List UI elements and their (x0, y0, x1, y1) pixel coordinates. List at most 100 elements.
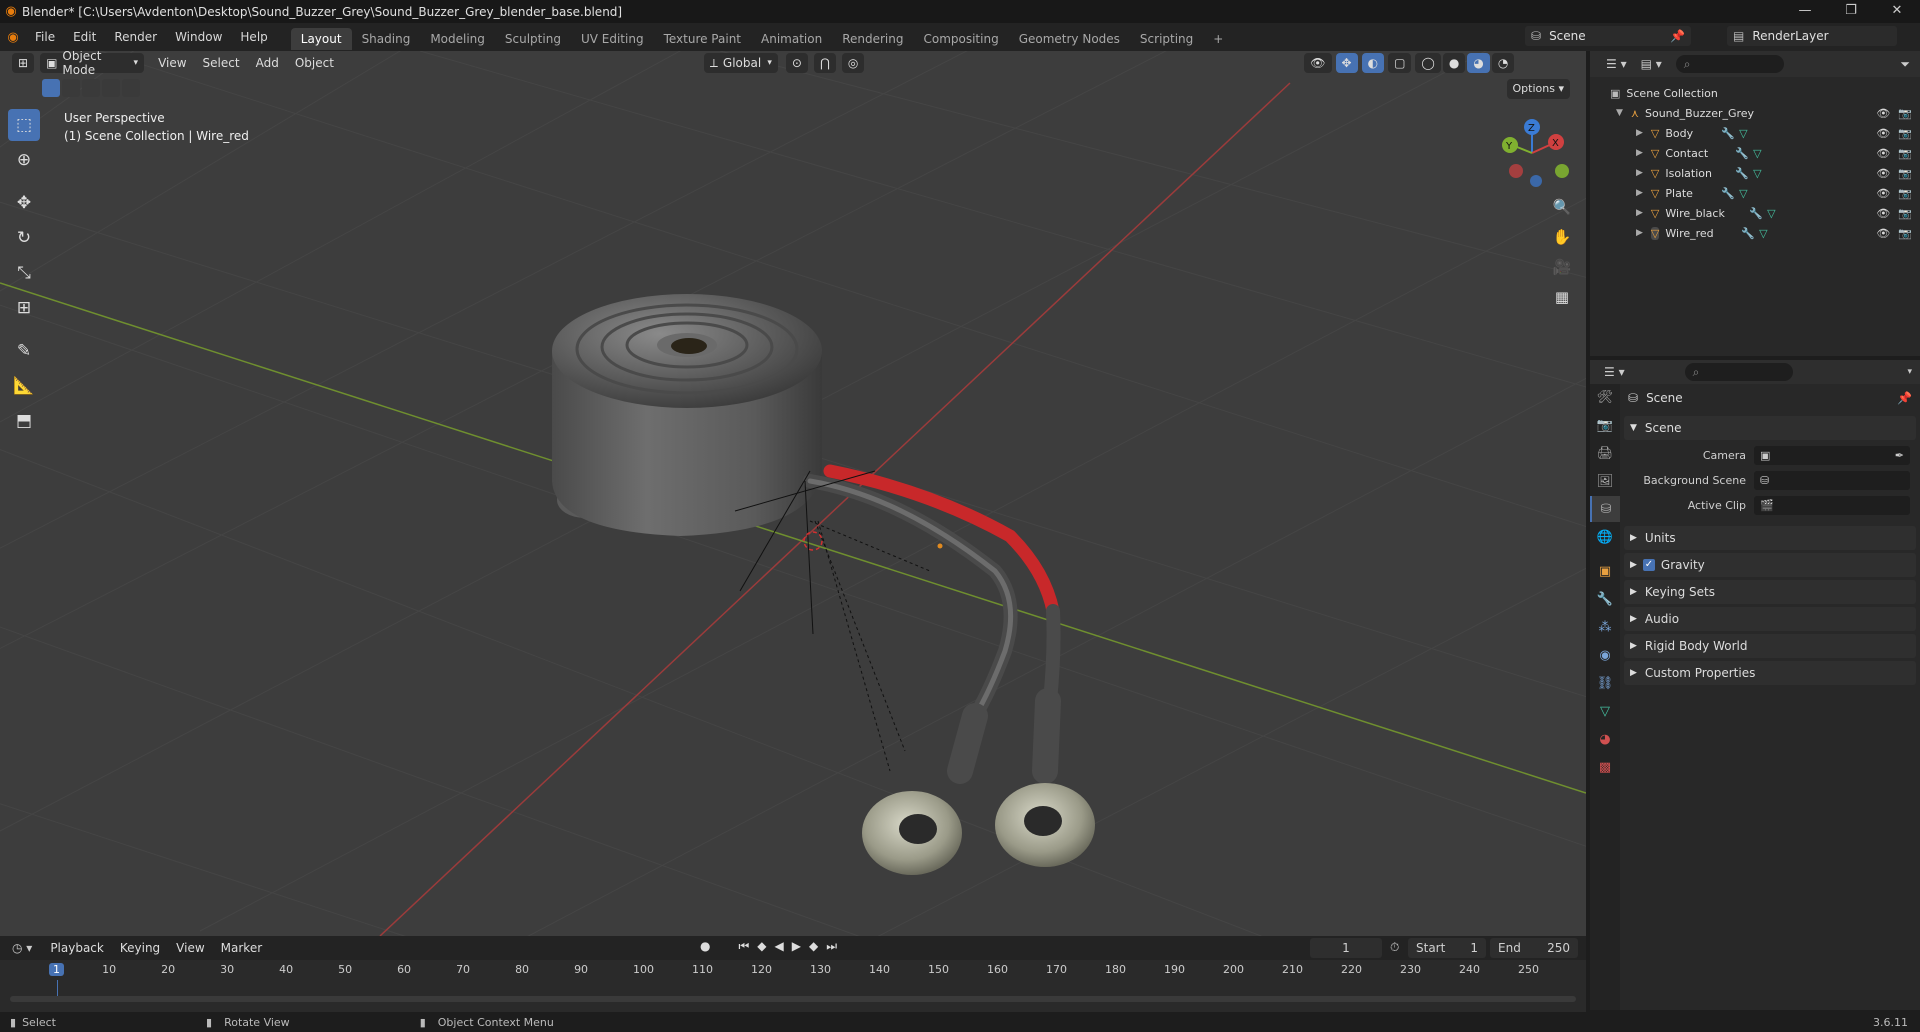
pan-hand-icon[interactable]: ✋ (1548, 223, 1576, 251)
menu-object[interactable]: Object (287, 56, 342, 70)
expand-arrow-icon[interactable]: ▶ (1636, 188, 1643, 198)
panel-scene-header[interactable]: ▼ Scene (1624, 416, 1916, 440)
texture-tab-icon[interactable]: ▩ (1590, 754, 1620, 780)
tab-uv-editing[interactable]: UV Editing (571, 28, 654, 50)
xray-toggle-button[interactable]: ▢ (1388, 53, 1412, 73)
world-tab-icon[interactable]: 🌐 (1590, 524, 1620, 550)
constraints-tab-icon[interactable]: ⛓ (1590, 670, 1620, 696)
maximize-button[interactable]: ❐ (1828, 0, 1874, 23)
filter-icon[interactable]: ⏷ (1900, 57, 1910, 72)
prev-keyframe-icon[interactable]: ◆ (757, 939, 766, 954)
mode-selector[interactable]: ▣ Object Mode ▾ (40, 51, 145, 77)
overlay-toggle-button[interactable]: ◐ (1361, 53, 1385, 73)
wireframe-shading-button[interactable]: ◯ (1415, 53, 1441, 73)
outliner-search-input[interactable]: ⌕ (1675, 55, 1784, 73)
tab-animation[interactable]: Animation (751, 28, 832, 50)
eye-icon[interactable]: 👁 (1876, 147, 1890, 160)
menu-help[interactable]: Help (231, 23, 276, 51)
menu-render[interactable]: Render (105, 23, 166, 51)
panel-rigid-body-world-header[interactable]: ▶ Rigid Body World (1624, 634, 1916, 658)
timeline-ruler[interactable]: 1 10 20 30 40 50 60 70 80 90 100 110 120 130 140 150 160… (0, 960, 1586, 1012)
tab-layout[interactable]: Layout (290, 27, 352, 50)
3d-cursor[interactable] (803, 531, 823, 551)
navigation-gizmo[interactable]: Z X Y (1492, 115, 1572, 195)
tab-scripting[interactable]: Scripting (1130, 28, 1203, 50)
jump-end-icon[interactable]: ⏭ (826, 939, 837, 954)
expand-arrow-icon[interactable]: ▼ (1616, 108, 1623, 118)
tab-shading[interactable]: Shading (352, 28, 421, 50)
scene-tab-icon[interactable]: ⛁ (1590, 496, 1620, 522)
current-frame-field[interactable]: 1 (1310, 938, 1382, 958)
camera-icon[interactable]: 📷 (1898, 167, 1912, 180)
menu-file[interactable]: File (26, 23, 64, 51)
buzzer-body[interactable] (552, 294, 822, 536)
visibility-button[interactable]: 👁 (1304, 53, 1332, 73)
data-tab-icon[interactable]: ▽ (1590, 698, 1620, 724)
display-mode-icon[interactable]: ▤ ▾ (1641, 57, 1662, 71)
gizmo-toggle-button[interactable]: ✥ (1335, 53, 1358, 73)
camera-icon[interactable]: 📷 (1898, 227, 1912, 240)
timeline-scrollbar[interactable] (10, 996, 1576, 1002)
timeline-editor-icon[interactable]: ◷ ▾ (12, 941, 32, 955)
play-icon[interactable]: ▶ (792, 939, 801, 954)
chevron-down-icon[interactable]: ▾ (1907, 367, 1912, 377)
camera-icon[interactable]: 📷 (1898, 107, 1912, 120)
viewport-scene[interactable] (0, 51, 1586, 936)
select-subtract-icon[interactable] (82, 79, 100, 97)
wire-red[interactable] (823, 464, 1061, 784)
minimize-button[interactable]: — (1782, 0, 1828, 23)
physics-tab-icon[interactable]: ◉ (1590, 642, 1620, 668)
eye-icon[interactable]: 👁 (1876, 127, 1890, 140)
pin-icon[interactable]: 📌 (1670, 29, 1685, 43)
panel-custom-properties-header[interactable]: ▶ Custom Properties (1624, 661, 1916, 685)
close-button[interactable]: ✕ (1874, 0, 1920, 23)
scale-tool-icon[interactable]: ⤡ (8, 257, 40, 289)
scene-collection-row[interactable]: ▣ Scene Collection (1590, 83, 1920, 103)
eye-icon[interactable]: 👁 (1876, 107, 1890, 120)
options-button[interactable]: Options ▾ (1506, 79, 1570, 99)
pin-icon[interactable]: 📌 (1897, 391, 1912, 405)
tool-tab-icon[interactable]: 🛠 (1590, 384, 1620, 410)
menu-add[interactable]: Add (248, 56, 287, 70)
proportional-edit-button[interactable]: ◎ (841, 53, 865, 73)
camera-icon[interactable]: 📷 (1898, 127, 1912, 140)
jump-start-icon[interactable]: ⏮ (738, 939, 749, 954)
select-box-tool-icon[interactable]: ⬚ (8, 109, 40, 141)
view-layer-tab-icon[interactable]: 🖼 (1590, 468, 1620, 494)
camera-field[interactable]: ▣ ✒ (1754, 446, 1910, 465)
tab-sculpting[interactable]: Sculpting (495, 28, 571, 50)
3d-viewport[interactable]: ⊞ ▣ Object Mode ▾ View Select Add Object… (0, 51, 1586, 936)
ortho-grid-icon[interactable]: ▦ (1548, 283, 1576, 311)
contact-rings[interactable] (862, 783, 1095, 875)
outliner-item-contact[interactable]: ▶ ▽ Contact 🔧 ▽ 👁 📷 (1590, 143, 1920, 163)
measure-tool-icon[interactable]: 📐 (8, 370, 40, 402)
expand-arrow-icon[interactable]: ▶ (1636, 148, 1643, 158)
material-shading-button[interactable]: ◕ (1467, 53, 1490, 73)
snap-button[interactable]: ⋂ (813, 53, 836, 73)
select-new-icon[interactable] (42, 79, 60, 97)
modifier-tab-icon[interactable]: 🔧 (1590, 586, 1620, 612)
select-intersect-icon[interactable] (122, 79, 140, 97)
render-tab-icon[interactable]: 📷 (1590, 412, 1620, 438)
panel-gravity-header[interactable]: ▶ ✓ Gravity (1624, 553, 1916, 577)
add-cube-tool-icon[interactable]: ⬒ (8, 405, 40, 437)
add-workspace-button[interactable]: + (1203, 28, 1233, 50)
menu-playback[interactable]: Playback (42, 941, 112, 955)
background-scene-field[interactable]: ⛁ (1754, 471, 1910, 490)
properties-search-input[interactable]: ⌕ (1684, 363, 1793, 381)
collection-row[interactable]: ▼ ⋏ Sound_Buzzer_Grey 👁 📷 (1590, 103, 1920, 123)
active-clip-field[interactable]: 🎬 (1754, 496, 1910, 515)
particles-tab-icon[interactable]: ⁂ (1590, 614, 1620, 640)
rendered-shading-button[interactable]: ◔ (1491, 53, 1515, 73)
menu-keying[interactable]: Keying (112, 941, 168, 955)
outliner-editor-icon[interactable]: ☰ ▾ (1606, 57, 1627, 71)
menu-marker[interactable]: Marker (213, 941, 270, 955)
menu-view[interactable]: View (150, 56, 194, 70)
menu-timeline-view[interactable]: View (168, 941, 212, 955)
properties-editor-icon[interactable]: ☰ ▾ (1604, 365, 1625, 379)
panel-units-header[interactable]: ▶ Units (1624, 526, 1916, 550)
tab-texture-paint[interactable]: Texture Paint (654, 28, 751, 50)
outliner-item-body[interactable]: ▶ ▽ Body 🔧 ▽ 👁 📷 (1590, 123, 1920, 143)
transform-orientation-selector[interactable]: ⟂ Global ▾ (703, 53, 778, 73)
camera-icon[interactable]: 📷 (1898, 207, 1912, 220)
